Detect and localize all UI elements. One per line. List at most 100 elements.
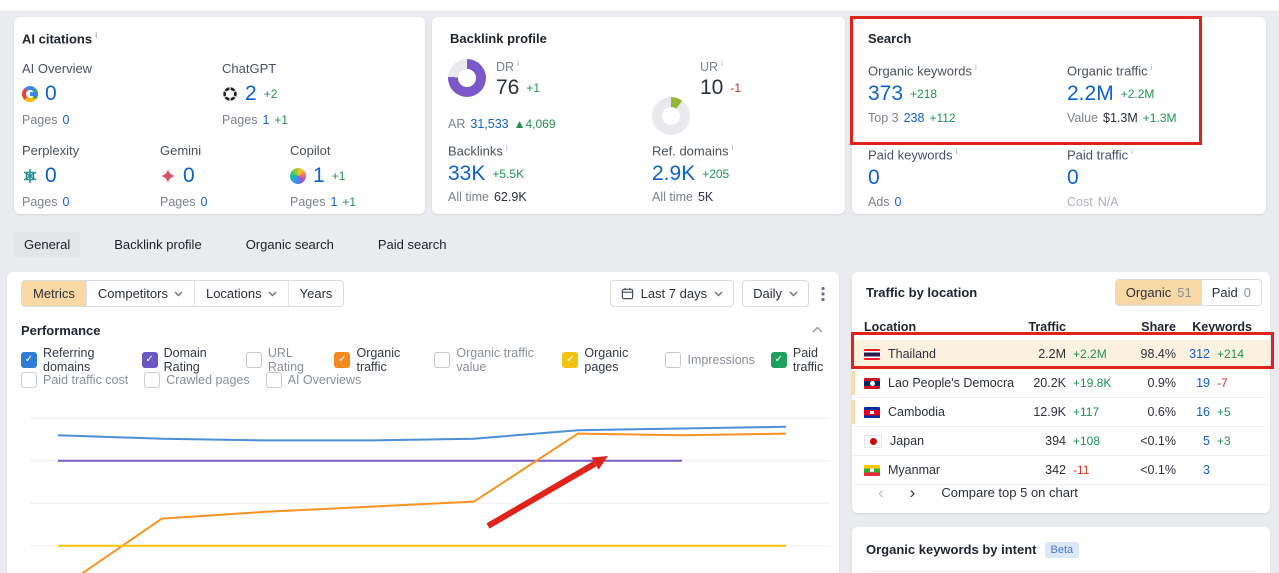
organic-keywords-change: +218 bbox=[910, 86, 938, 101]
chatgpt-icon bbox=[223, 86, 237, 101]
metric-checkbox-row-2: Paid traffic cost Crawled pages AI Overv… bbox=[21, 372, 361, 388]
gemini-pages[interactable]: 0 bbox=[200, 195, 207, 209]
organic-count: 51 bbox=[1177, 285, 1192, 300]
metric-checkbox-row-1: ✓ Referring domains ✓ Domain Rating URL Ra… bbox=[21, 346, 839, 374]
performance-card: Metrics Competitors Locations Years Last… bbox=[7, 272, 839, 573]
paid-traffic-value[interactable]: 0 bbox=[1067, 167, 1079, 188]
organic-traffic-value[interactable]: 2.2M bbox=[1067, 83, 1114, 104]
beta-badge: Beta bbox=[1044, 542, 1080, 558]
performance-title: Performance bbox=[21, 323, 101, 338]
chatgpt-label: ChatGPT bbox=[222, 61, 277, 76]
toggle-organic[interactable]: Organic 51 bbox=[1115, 280, 1202, 305]
checkbox-paid-traffic-cost[interactable]: Paid traffic cost bbox=[21, 372, 128, 388]
table-row-myanmar[interactable]: Myanmar 342 -11 <0.1% 3 bbox=[852, 456, 1270, 485]
ar-value[interactable]: 31,533 bbox=[470, 117, 508, 131]
backlinks-change: +5.5K bbox=[492, 166, 525, 181]
dr-donut bbox=[448, 59, 486, 97]
table-row-japan[interactable]: Japan 394 +108 <0.1% 5 +3 bbox=[852, 427, 1270, 456]
next-page-button[interactable]: › bbox=[910, 484, 916, 501]
gemini-value: 0 bbox=[183, 164, 195, 187]
traffic-by-location-title: Traffic by location bbox=[866, 285, 978, 300]
copilot-value: 1 bbox=[313, 164, 325, 187]
paid-traffic-label: Paid traffic bbox=[1067, 147, 1133, 162]
ai-citations-title: AI citations bbox=[22, 31, 97, 46]
copilot-icon bbox=[290, 167, 306, 184]
japan-flag-icon bbox=[864, 434, 882, 448]
keywords-by-intent-title: Organic keywords by intent bbox=[866, 542, 1037, 557]
checkbox-box: ✓ bbox=[770, 352, 787, 368]
checkbox-organic-pages[interactable]: ✓ Organic pages bbox=[562, 346, 649, 374]
ai-overview-pages[interactable]: 0 bbox=[62, 113, 69, 127]
checkbox-organic-traffic-value[interactable]: Organic traffic value bbox=[434, 346, 546, 374]
table-row-laos[interactable]: Lao People's Democratic Reput 20.2K +19.… bbox=[852, 369, 1270, 398]
copilot-change: +1 bbox=[331, 168, 346, 183]
collapse-chevron-up-icon[interactable] bbox=[812, 326, 823, 333]
traffic-table-footer: ‹ › Compare top 5 on chart bbox=[878, 484, 1078, 501]
cambodia-flag-icon bbox=[864, 406, 880, 418]
segment-locations[interactable]: Locations bbox=[193, 281, 288, 306]
checkbox-organic-traffic[interactable]: ✓ Organic traffic bbox=[334, 346, 418, 374]
checkbox-impressions[interactable]: Impressions bbox=[665, 352, 755, 368]
checkbox-box bbox=[434, 352, 451, 368]
checkbox-domain-rating[interactable]: ✓ Domain Rating bbox=[141, 346, 230, 374]
pages-label: Pages bbox=[290, 195, 326, 209]
checkbox-paid-traffic[interactable]: ✓ Paid traffic bbox=[770, 346, 839, 374]
chevron-down-icon bbox=[174, 291, 183, 296]
laos-flag-icon bbox=[864, 377, 880, 389]
table-row-thailand[interactable]: Thailand 2.2M +2.2M 98.4% 312 +214 bbox=[852, 340, 1270, 369]
ai-citation-chatgpt: ChatGPT 2 +2 Pages 1 +1 bbox=[222, 61, 289, 127]
segment-years[interactable]: Years bbox=[287, 281, 344, 306]
date-range-button[interactable]: Last 7 days bbox=[609, 280, 735, 307]
checkbox-crawled-pages[interactable]: Crawled pages bbox=[144, 372, 250, 388]
ref-domains-value[interactable]: 2.9K bbox=[652, 163, 695, 184]
column-traffic: Traffic bbox=[1028, 320, 1066, 334]
backlinks-label: Backlinks bbox=[448, 143, 527, 158]
pages-label: Pages bbox=[22, 113, 58, 127]
search-title: Search bbox=[868, 31, 912, 46]
ref-domains-alltime: 5K bbox=[697, 190, 714, 205]
prev-page-button[interactable]: ‹ bbox=[878, 484, 884, 501]
chatgpt-value: 2 bbox=[245, 82, 257, 105]
checkbox-url-rating[interactable]: URL Rating bbox=[245, 346, 319, 374]
checkbox-ai-overviews[interactable]: AI Overviews bbox=[265, 372, 361, 388]
kebab-menu-icon[interactable] bbox=[821, 286, 825, 302]
organic-keywords-value[interactable]: 373 bbox=[868, 83, 903, 104]
ads-value[interactable]: 0 bbox=[895, 195, 902, 209]
pages-label: Pages bbox=[22, 195, 58, 209]
backlink-profile-title: Backlink profile bbox=[450, 31, 547, 46]
ai-overview-value: 0 bbox=[45, 82, 57, 105]
table-row-cambodia[interactable]: Cambodia 12.9K +117 0.6% 16 +5 bbox=[852, 398, 1270, 427]
performance-line-chart bbox=[30, 417, 830, 573]
ur-change: -1 bbox=[730, 80, 742, 95]
checkbox-referring-domains[interactable]: ✓ Referring domains bbox=[21, 346, 126, 374]
paid-keywords-value[interactable]: 0 bbox=[868, 167, 880, 188]
traffic-by-location-card: Traffic by location Organic 51 Paid 0 Loca… bbox=[852, 272, 1270, 513]
tab-organic-search[interactable]: Organic search bbox=[236, 232, 344, 257]
backlink-profile-card: Backlink profile DR 76 +1 AR 31,533 ▲4,0… bbox=[432, 17, 845, 214]
paid-keywords-label: Paid keywords bbox=[868, 147, 957, 162]
copilot-pages[interactable]: 1 bbox=[330, 195, 337, 209]
dashboard-viewport: AI citations AI Overview 0 Pages 0 ChatG… bbox=[0, 0, 1279, 573]
dr-change: +1 bbox=[526, 80, 541, 95]
backlinks-value[interactable]: 33K bbox=[448, 163, 485, 184]
compare-top5-link[interactable]: Compare top 5 on chart bbox=[941, 485, 1078, 500]
segment-competitors[interactable]: Competitors bbox=[85, 281, 194, 306]
perplexity-value: 0 bbox=[45, 164, 57, 187]
ar-label: AR bbox=[448, 117, 466, 131]
perplexity-pages[interactable]: 0 bbox=[62, 195, 69, 209]
ur-donut bbox=[652, 97, 690, 135]
segment-metrics[interactable]: Metrics bbox=[22, 281, 86, 306]
tab-backlink-profile[interactable]: Backlink profile bbox=[104, 232, 211, 257]
tab-paid-search[interactable]: Paid search bbox=[368, 232, 457, 257]
checkbox-box: ✓ bbox=[334, 352, 351, 368]
column-keywords: Keywords bbox=[1192, 320, 1252, 334]
granularity-button[interactable]: Daily bbox=[742, 280, 809, 307]
chatgpt-pages[interactable]: 1 bbox=[262, 113, 269, 127]
ai-citation-ai-overview: AI Overview 0 Pages 0 bbox=[22, 61, 92, 127]
checkbox-box: ✓ bbox=[21, 352, 37, 368]
top3-value[interactable]: 238 bbox=[904, 111, 925, 125]
toggle-paid[interactable]: Paid 0 bbox=[1201, 280, 1261, 305]
tab-general[interactable]: General bbox=[14, 232, 81, 257]
organic-paid-toggle: Organic 51 Paid 0 bbox=[1114, 279, 1262, 306]
checkbox-box bbox=[245, 352, 262, 368]
